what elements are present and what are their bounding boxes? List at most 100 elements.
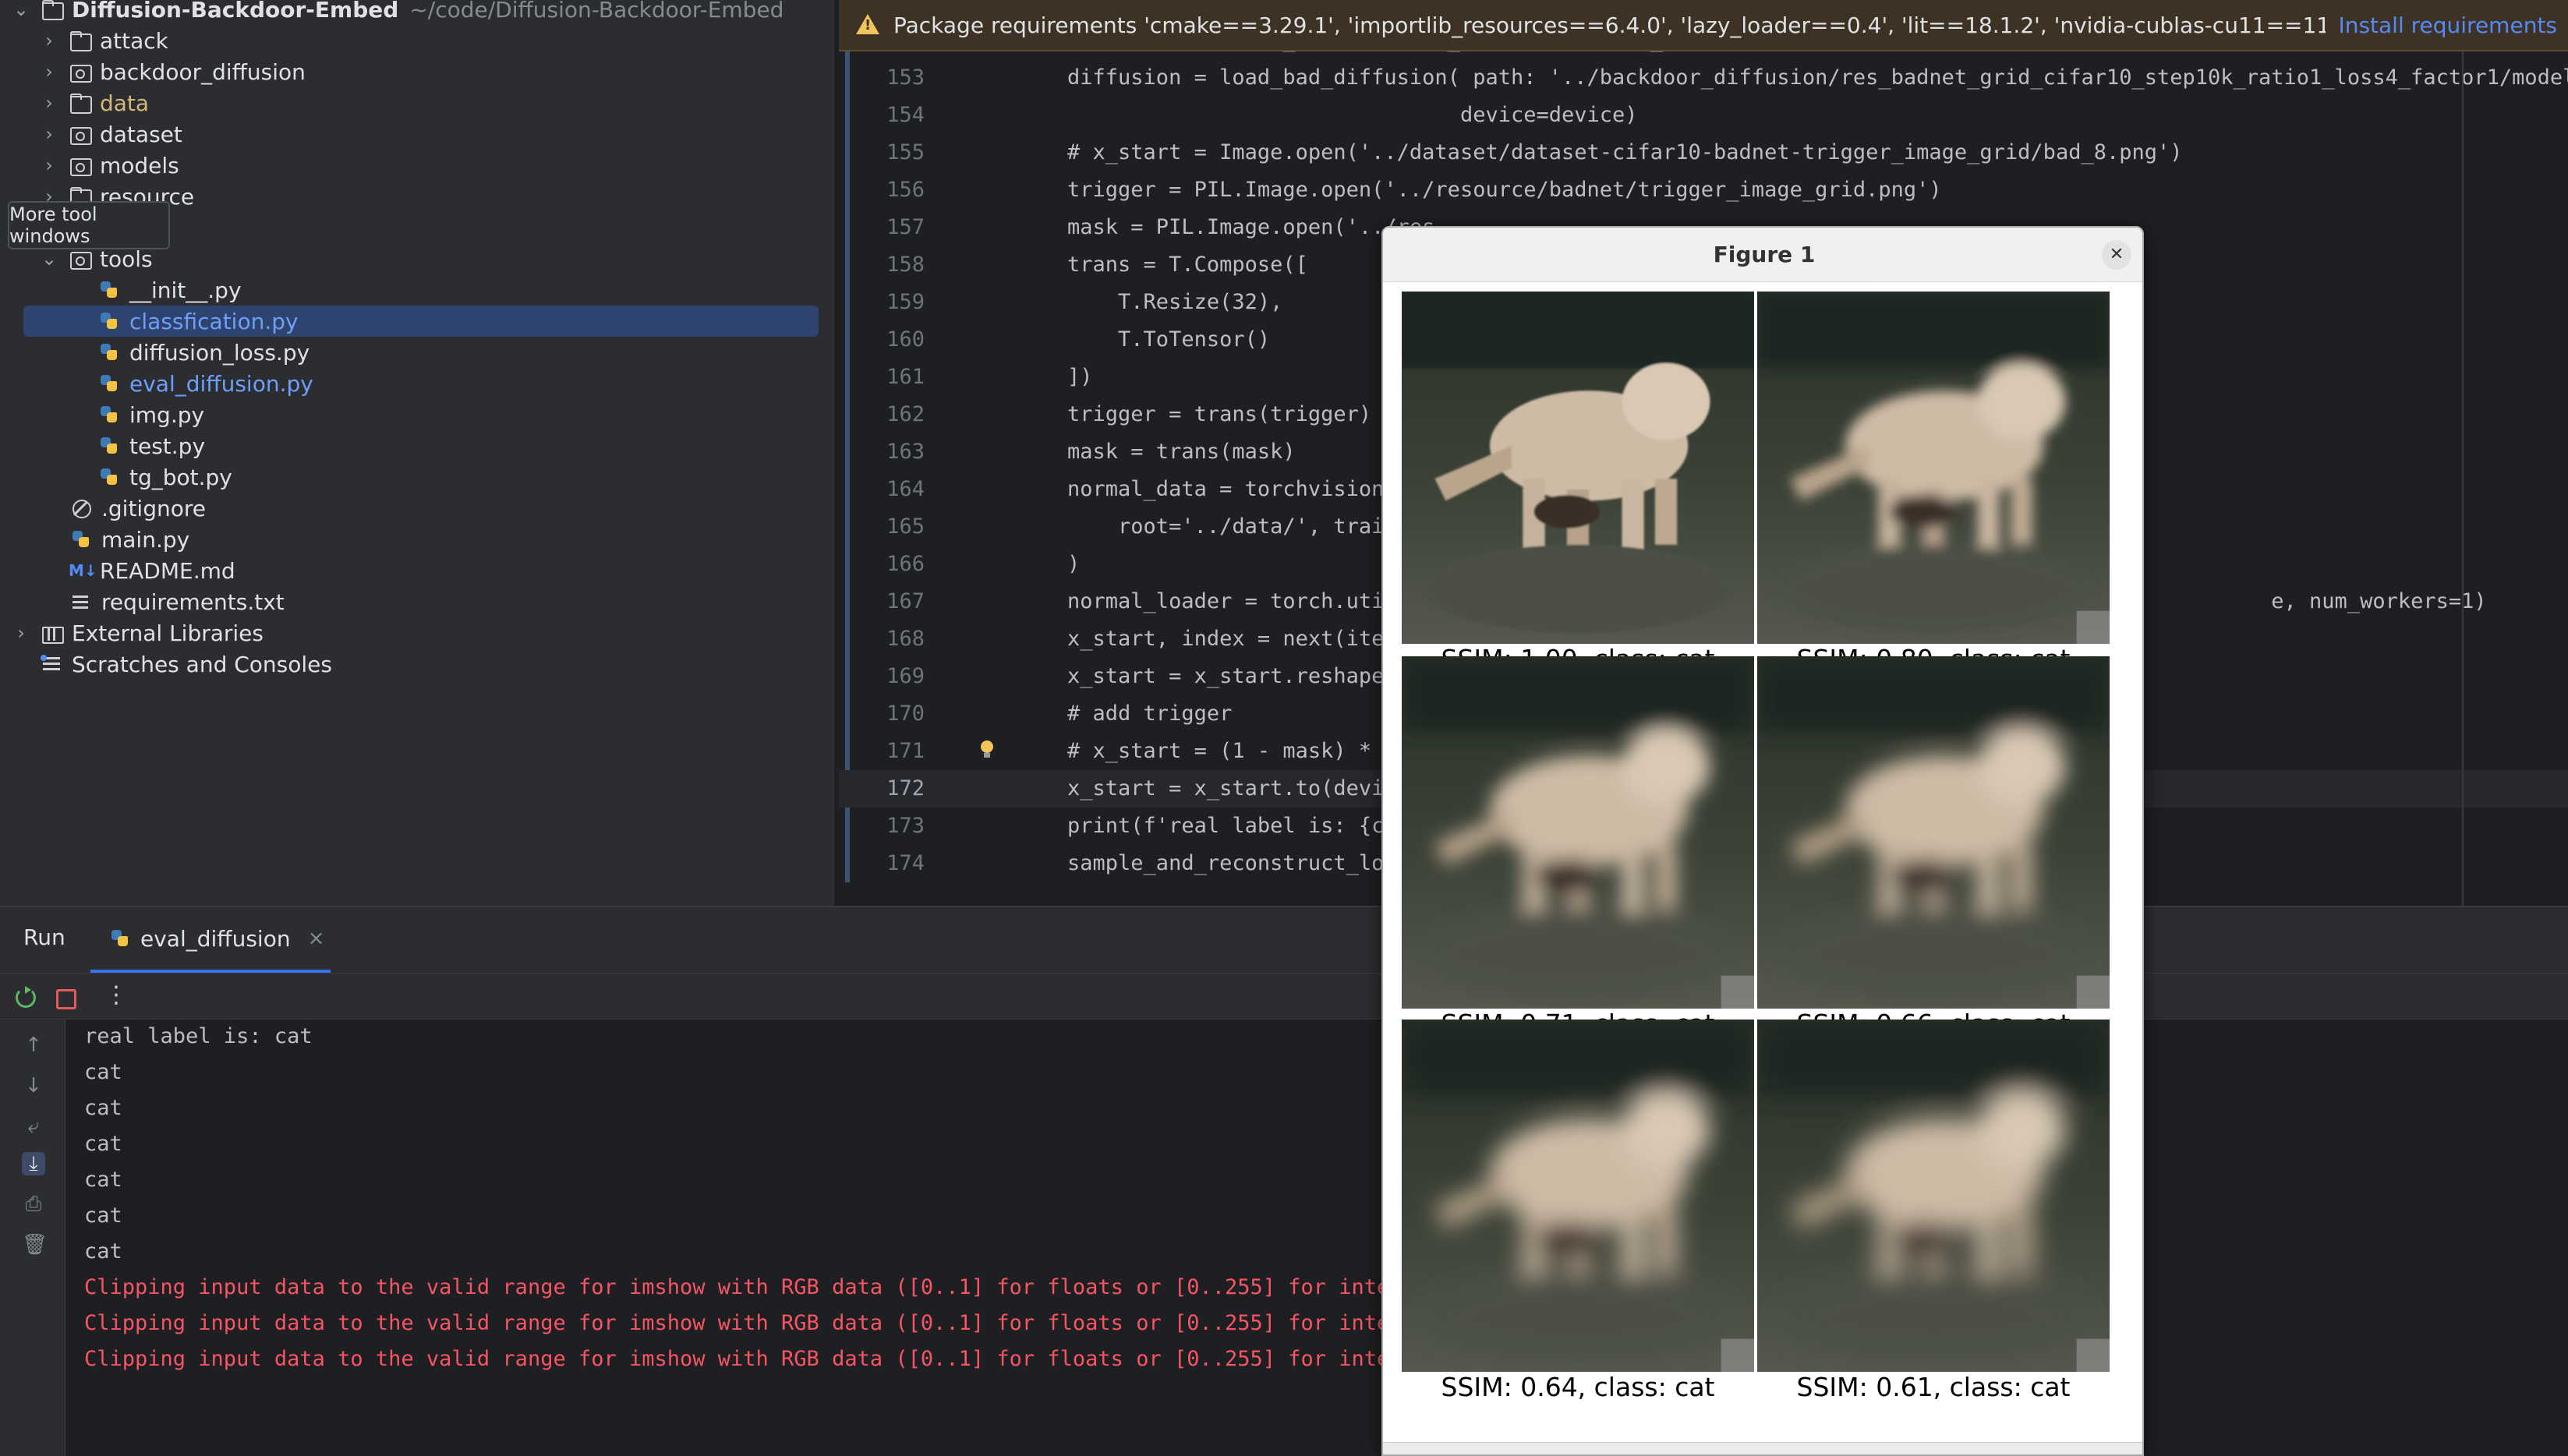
chevron-right-icon[interactable]: ›: [39, 61, 59, 83]
close-icon[interactable]: ✕: [2102, 240, 2131, 270]
figure-window[interactable]: Figure 1 ✕ SSIM: 1.00, class: catSSIM: 0…: [1381, 226, 2144, 1456]
code-text: mask = trans(mask): [1017, 440, 1296, 464]
tree-item-classfication-py[interactable]: classfication.py: [23, 306, 819, 337]
tree-root[interactable]: ⌄ Diffusion-Backdoor-Embed ~/code/Diffus…: [0, 0, 834, 25]
code-line[interactable]: 155 # x_start = Image.open('../dataset/d…: [839, 134, 2568, 171]
tree-item-label: Scratches and Consoles: [72, 651, 332, 677]
chevron-right-icon[interactable]: ›: [39, 92, 59, 114]
vcs-change-marker[interactable]: [845, 546, 850, 583]
tree-item-external-libraries[interactable]: › External Libraries: [0, 617, 834, 648]
console-output-line: cat: [84, 1168, 122, 1192]
project-path: ~/code/Diffusion-Backdoor-Embed: [409, 0, 784, 23]
vcs-change-marker[interactable]: [845, 845, 850, 882]
vcs-change-marker[interactable]: [845, 97, 850, 134]
more-options-icon[interactable]: ⋮: [104, 984, 128, 1008]
chevron-right-icon[interactable]: ›: [11, 622, 31, 644]
tree-item-label: classfication.py: [129, 308, 299, 334]
vcs-change-marker[interactable]: [845, 59, 850, 97]
tree-item-dataset[interactable]: › dataset: [0, 118, 834, 150]
vcs-change-marker[interactable]: [845, 209, 850, 246]
vcs-change-marker[interactable]: [845, 733, 850, 770]
tree-item-diffusion-loss-py[interactable]: diffusion_loss.py: [0, 337, 834, 368]
tree-item-scratches[interactable]: Scratches and Consoles: [0, 648, 834, 680]
vcs-change-marker[interactable]: [845, 471, 850, 508]
cat-image: [1402, 656, 1754, 1009]
code-text: x_start = x_start.to(device): [1017, 776, 1423, 800]
code-text: trigger = trans(trigger): [1017, 402, 1372, 426]
tree-item-main-py[interactable]: main.py: [0, 524, 834, 555]
chevron-right-icon[interactable]: ›: [39, 123, 59, 145]
soft-wrap-icon[interactable]: ⤶: [22, 1115, 45, 1138]
ssim-caption: SSIM: 0.61, class: cat: [1796, 1372, 2071, 1402]
chevron-right-icon[interactable]: ›: [39, 154, 59, 176]
console-output[interactable]: real label is: cat cat cat cat cat cat cat Clip…: [65, 1020, 2568, 1456]
tree-item-attack[interactable]: › attack: [0, 25, 834, 56]
tree-item-requirements[interactable]: requirements.txt: [0, 586, 834, 617]
tree-item-data[interactable]: › data: [0, 87, 834, 118]
tree-item-label: tools: [100, 246, 153, 272]
line-number: 162: [886, 402, 925, 426]
tree-item-init-py[interactable]: __init__.py: [0, 274, 834, 306]
code-line[interactable]: 154 device=device): [839, 97, 2568, 134]
vcs-change-marker[interactable]: [845, 808, 850, 845]
code-text: sample_and_reconstruct_loop(d: [1017, 851, 1435, 875]
vcs-change-marker[interactable]: [845, 284, 850, 321]
cat-image-panel: [1757, 292, 2110, 644]
line-number: 157: [886, 215, 925, 239]
rerun-icon[interactable]: [14, 986, 36, 1008]
arrow-up-icon[interactable]: ↑: [22, 1034, 45, 1057]
project-tool-window: ⌄ Diffusion-Backdoor-Embed ~/code/Diffus…: [0, 0, 834, 906]
tree-item-eval-diffusion-py[interactable]: eval_diffusion.py: [0, 368, 834, 399]
tree-item-label: img.py: [129, 401, 205, 428]
print-icon[interactable]: ⎙: [22, 1193, 45, 1216]
tree-item-test-py[interactable]: test.py: [0, 430, 834, 461]
tree-item-models[interactable]: › models: [0, 150, 834, 181]
vcs-change-marker[interactable]: [845, 695, 850, 733]
code-line[interactable]: 156 trigger = PIL.Image.open('../resourc…: [839, 171, 2568, 209]
chevron-down-icon[interactable]: ⌄: [39, 248, 59, 270]
vcs-change-marker[interactable]: [845, 620, 850, 658]
tab-eval-diffusion[interactable]: eval_diffusion ×: [90, 907, 331, 973]
vcs-change-marker[interactable]: [845, 508, 850, 546]
vcs-change-marker[interactable]: [845, 246, 850, 284]
console-output-line: real label is: cat: [84, 1024, 313, 1048]
vcs-change-marker[interactable]: [845, 134, 850, 171]
stop-icon[interactable]: [53, 986, 76, 1009]
figure-toolbar[interactable]: [1383, 1442, 2142, 1454]
tree-item-label: External Libraries: [72, 620, 264, 646]
vcs-change-marker[interactable]: [845, 321, 850, 359]
line-number: 171: [886, 739, 925, 763]
python-file-icon: [98, 374, 122, 393]
chevron-right-icon[interactable]: ›: [39, 30, 59, 51]
line-number: 172: [886, 776, 925, 800]
tree-item-gitignore[interactable]: .gitignore: [0, 493, 834, 524]
folder-icon: [69, 31, 92, 51]
run-toolbar: ⋮: [0, 973, 2568, 1020]
tree-item-backdoor-diffusion[interactable]: › backdoor_diffusion: [0, 56, 834, 87]
cat-image-panel: [1402, 656, 1754, 1009]
vcs-change-marker[interactable]: [845, 433, 850, 471]
vcs-change-marker[interactable]: [845, 583, 850, 620]
vcs-change-marker[interactable]: [845, 359, 850, 396]
vcs-change-marker[interactable]: [845, 396, 850, 433]
tree-item-readme[interactable]: M↓ README.md: [0, 555, 834, 586]
install-requirements-link[interactable]: Install requirements: [2326, 12, 2568, 38]
code-text: ]): [1017, 365, 1093, 389]
vcs-change-marker[interactable]: [845, 171, 850, 209]
lightbulb-icon[interactable]: [979, 740, 995, 761]
code-text: print(f'real label is: {class: [1017, 814, 1435, 838]
tree-item-tg-bot-py[interactable]: tg_bot.py: [0, 461, 834, 493]
figure-titlebar[interactable]: Figure 1 ✕: [1383, 228, 2142, 282]
line-number: 158: [886, 253, 925, 277]
vcs-change-marker[interactable]: [845, 658, 850, 695]
line-number: 165: [886, 514, 925, 539]
trash-icon[interactable]: 🗑: [22, 1233, 48, 1256]
code-line[interactable]: 153 diffusion = load_bad_diffusion( path…: [839, 59, 2568, 97]
close-icon[interactable]: ×: [308, 927, 325, 950]
scroll-to-end-icon[interactable]: ⤓: [22, 1152, 45, 1175]
arrow-down-icon[interactable]: ↓: [22, 1074, 45, 1097]
tree-item-img-py[interactable]: img.py: [0, 399, 834, 430]
folder-icon: [69, 94, 92, 114]
chevron-down-icon[interactable]: ⌄: [11, 0, 31, 20]
tree-item-label: attack: [100, 27, 168, 54]
